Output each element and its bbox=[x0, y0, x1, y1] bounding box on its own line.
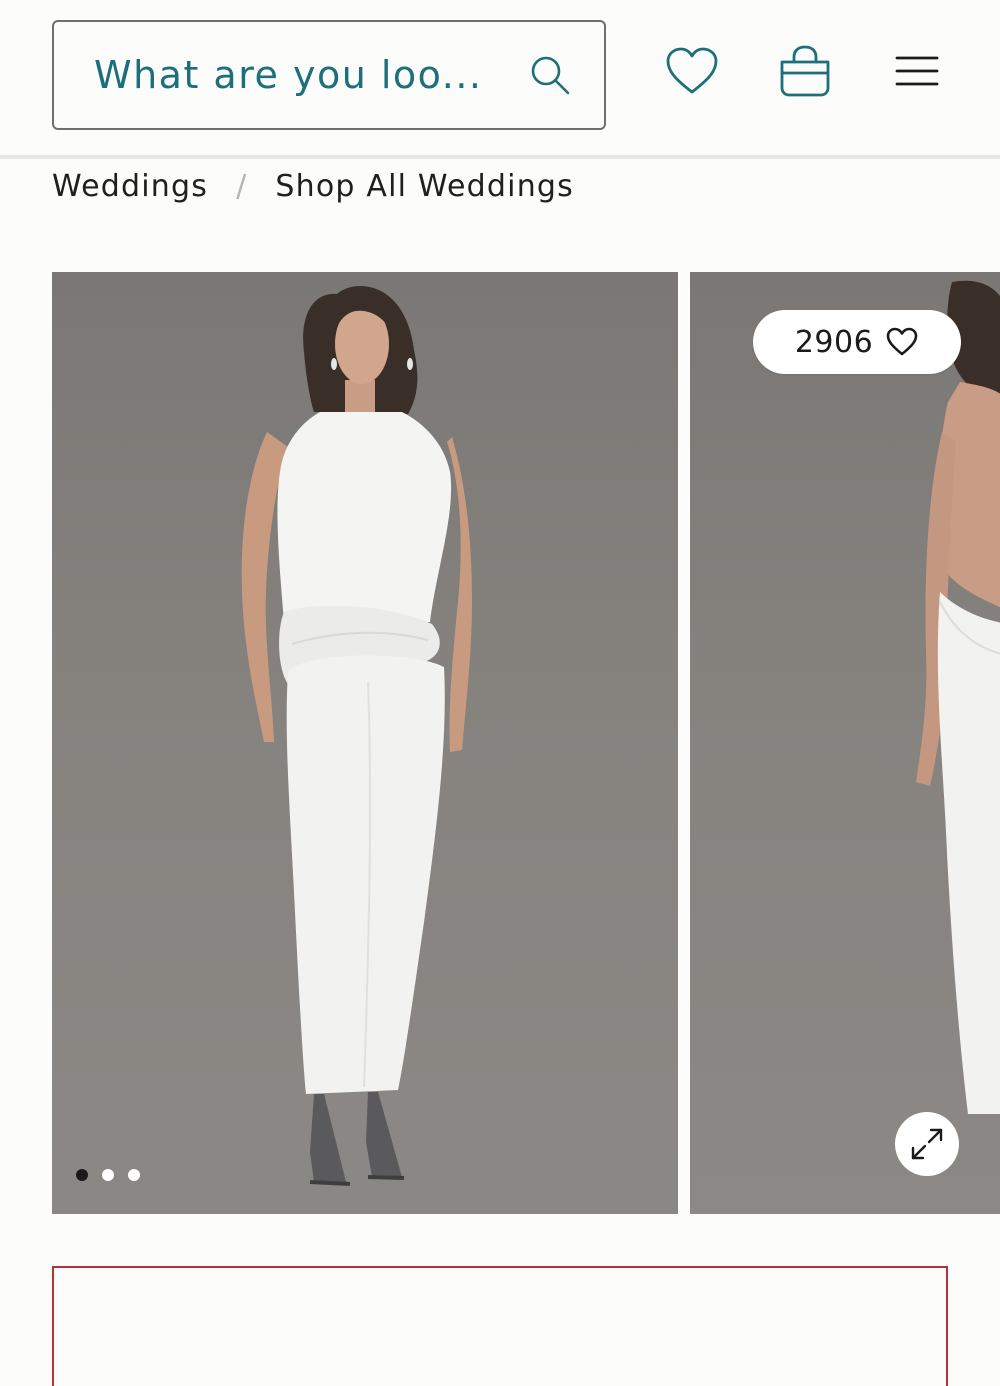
product-photo-front bbox=[52, 286, 678, 1214]
favorites-count-button[interactable]: 2906 bbox=[753, 310, 961, 374]
site-header: What are you loo... bbox=[0, 0, 1000, 155]
breadcrumb: Weddings / Shop All Weddings bbox=[52, 164, 574, 208]
header-divider bbox=[0, 155, 1000, 159]
product-image-back[interactable] bbox=[690, 272, 1000, 1214]
breadcrumb-weddings[interactable]: Weddings bbox=[52, 169, 208, 204]
product-image-gallery[interactable]: 2906 bbox=[52, 272, 1000, 1214]
favorites-count: 2906 bbox=[794, 324, 874, 360]
product-image-front[interactable] bbox=[52, 272, 678, 1214]
search-icon bbox=[531, 56, 570, 95]
carousel-dot-2[interactable] bbox=[102, 1169, 114, 1181]
search-placeholder[interactable]: What are you loo... bbox=[94, 53, 482, 97]
search-field[interactable]: What are you loo... bbox=[52, 20, 606, 130]
expand-arrows-icon bbox=[911, 1128, 943, 1160]
heart-outline-icon bbox=[886, 327, 918, 356]
shopping-bag-button[interactable] bbox=[774, 40, 836, 102]
carousel-dots bbox=[76, 1169, 140, 1181]
menu-button[interactable] bbox=[886, 40, 948, 102]
hamburger-menu-icon bbox=[895, 56, 939, 86]
breadcrumb-separator: / bbox=[236, 168, 248, 204]
product-photo-back bbox=[916, 280, 1000, 1114]
carousel-dot-1[interactable] bbox=[76, 1169, 88, 1181]
heart-icon bbox=[666, 47, 718, 94]
shopping-bag-icon bbox=[780, 45, 830, 97]
wishlist-button[interactable] bbox=[661, 40, 723, 102]
expand-image-button[interactable] bbox=[895, 1112, 959, 1176]
breadcrumb-shop-all-weddings[interactable]: Shop All Weddings bbox=[275, 169, 574, 204]
search-button[interactable] bbox=[526, 51, 574, 99]
carousel-dot-3[interactable] bbox=[128, 1169, 140, 1181]
promo-banner bbox=[52, 1266, 948, 1386]
